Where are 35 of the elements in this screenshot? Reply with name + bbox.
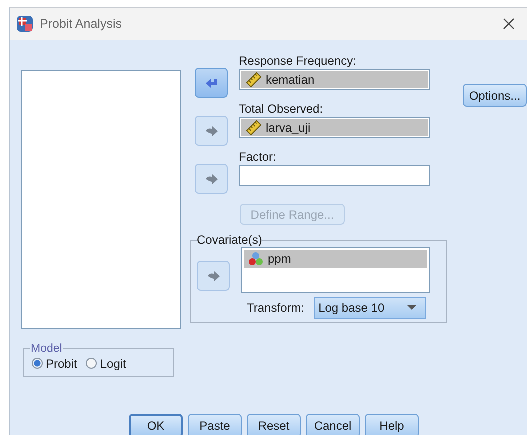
- dialog-button[interactable]: Help: [365, 414, 419, 435]
- dialog-button[interactable]: Reset: [247, 414, 301, 435]
- arrow-button[interactable]: [195, 116, 228, 146]
- transform-label: Transform:: [247, 301, 305, 315]
- variable-field[interactable]: larva_uji: [239, 117, 430, 138]
- variable-list[interactable]: [21, 70, 181, 329]
- arrow-button[interactable]: [195, 68, 228, 98]
- radio-label[interactable]: Probit: [46, 356, 78, 371]
- window-title: Probit Analysis: [40, 17, 123, 31]
- group-title: Model: [30, 342, 64, 355]
- field-label: Response Frequency:: [239, 54, 358, 69]
- covariate-list[interactable]: ppm: [241, 247, 430, 293]
- variable-field[interactable]: [239, 165, 430, 186]
- list-item[interactable]: ppm: [244, 250, 427, 268]
- arrow-button[interactable]: [197, 261, 230, 291]
- arrow-button[interactable]: [195, 164, 228, 194]
- options-button[interactable]: Options...: [463, 84, 527, 107]
- variable-field[interactable]: kematian: [239, 69, 430, 90]
- close-icon: [503, 18, 515, 30]
- app-icon: [16, 15, 34, 33]
- right-arrow-icon: [206, 268, 222, 284]
- dialog-button[interactable]: OK: [129, 414, 183, 435]
- transform-dropdown[interactable]: Log base 10: [314, 297, 426, 319]
- right-arrow-icon: [204, 172, 220, 186]
- field-label: Factor:: [239, 150, 278, 165]
- dialog-button[interactable]: Cancel: [306, 414, 360, 435]
- radio-button[interactable]: [32, 358, 43, 370]
- radio-label[interactable]: Logit: [100, 356, 126, 371]
- circles-icon: [248, 251, 264, 267]
- group-title: Covariate(s): [197, 233, 262, 247]
- caret-icon: [406, 305, 417, 311]
- field-label: Total Observed:: [239, 102, 324, 117]
- dialog-button[interactable]: Paste: [188, 414, 242, 435]
- right-arrow-icon: [204, 124, 220, 138]
- radio-button[interactable]: [86, 358, 98, 370]
